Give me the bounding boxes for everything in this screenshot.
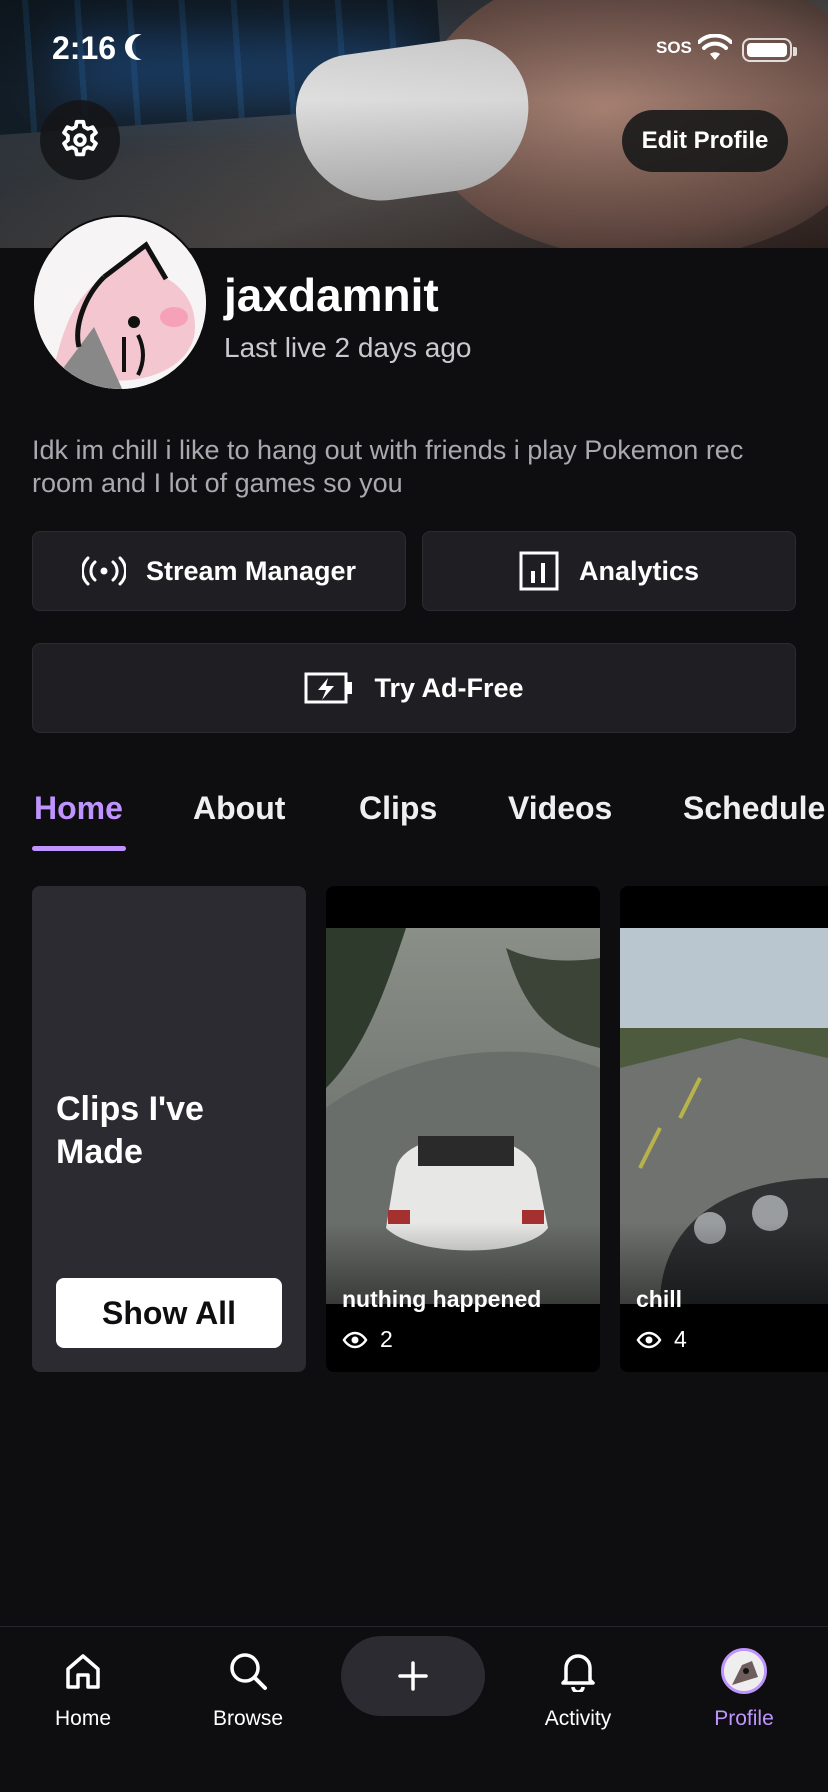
edit-profile-button[interactable]: Edit Profile (622, 110, 788, 172)
nav-browse-label: Browse (212, 1707, 284, 1730)
nav-profile[interactable]: Profile (674, 1643, 814, 1731)
status-time: 2:16 (52, 30, 117, 66)
clip-title: nuthing happened (342, 1286, 542, 1312)
analytics-button[interactable]: Analytics (422, 531, 796, 611)
clip-views: 2 (342, 1326, 393, 1353)
stream-manager-label: Stream Manager (145, 555, 357, 586)
nav-browse[interactable]: Browse (178, 1643, 318, 1731)
nav-home-label: Home (54, 1707, 112, 1730)
show-all-button[interactable]: Show All (56, 1278, 282, 1348)
profile-avatar[interactable] (32, 215, 208, 391)
stream-manager-button[interactable]: Stream Manager (32, 531, 406, 611)
clip-view-count: 2 (380, 1326, 393, 1352)
tab-home[interactable]: Home (34, 790, 123, 827)
try-ad-free-button[interactable]: Try Ad-Free (32, 643, 796, 733)
last-live-status: Last live 2 days ago (224, 332, 472, 363)
create-button[interactable] (341, 1636, 485, 1716)
clips-section-title: Clips I've Made (56, 1090, 204, 1171)
clips-made-card: Clips I've Made Show All (32, 886, 306, 1372)
nav-profile-label: Profile (714, 1707, 774, 1730)
wifi-icon (698, 34, 732, 60)
profile-username: jaxdamnit (224, 269, 439, 321)
nav-avatar (721, 1648, 767, 1694)
profile-bio: Idk im chill i like to hang out with fri… (32, 435, 744, 498)
moon-icon (132, 34, 158, 60)
settings-button[interactable] (40, 100, 120, 180)
active-tab-indicator (32, 846, 126, 851)
eye-icon (342, 1331, 368, 1348)
home-icon (66, 1654, 100, 1689)
battery-icon (742, 38, 797, 62)
analytics-label: Analytics (578, 555, 700, 586)
bell-icon (561, 1654, 595, 1692)
plus-icon (398, 1661, 428, 1691)
tab-clips[interactable]: Clips (359, 790, 437, 827)
eye-icon (636, 1331, 662, 1348)
gear-icon (62, 119, 98, 157)
clip-views: 4 (636, 1326, 687, 1353)
tab-videos[interactable]: Videos (508, 790, 612, 827)
tab-about[interactable]: About (193, 790, 285, 827)
clip-card[interactable]: chill 4 (620, 886, 828, 1372)
profile-tabs: Home About Clips Videos Schedule (0, 770, 828, 850)
status-bar: 2:16 SOS (0, 0, 828, 100)
ad-free-label: Try Ad-Free (374, 672, 524, 703)
clip-view-count: 4 (674, 1326, 687, 1352)
search-icon (230, 1653, 267, 1690)
broadcast-icon (81, 556, 126, 586)
nav-activity-label: Activity (544, 1707, 612, 1730)
bar-chart-icon (519, 551, 559, 591)
nav-activity[interactable]: Activity (508, 1643, 648, 1731)
nav-home[interactable]: Home (13, 1643, 153, 1731)
clip-title: chill (636, 1286, 683, 1312)
tab-schedule[interactable]: Schedule (683, 790, 825, 827)
clip-card[interactable]: nuthing happened 2 (326, 886, 600, 1372)
carrier-label: SOS (656, 38, 692, 57)
battery-bolt-icon (304, 672, 353, 704)
